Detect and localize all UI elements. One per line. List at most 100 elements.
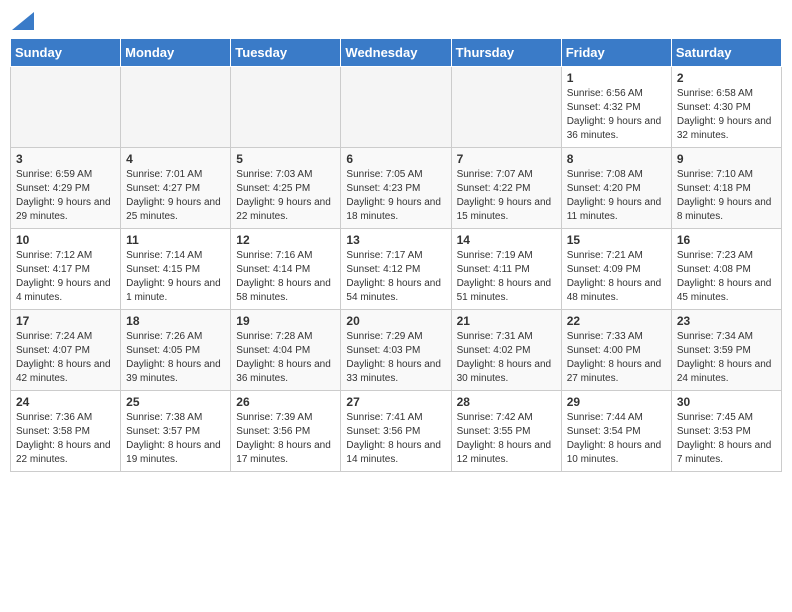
day-number: 26 bbox=[236, 395, 335, 409]
day-info: Sunrise: 7:21 AM Sunset: 4:09 PM Dayligh… bbox=[567, 249, 666, 305]
day-info: Sunrise: 7:39 AM Sunset: 3:56 PM Dayligh… bbox=[236, 411, 335, 467]
day-info: Sunrise: 7:33 AM Sunset: 4:00 PM Dayligh… bbox=[567, 330, 666, 386]
calendar-header-wednesday: Wednesday bbox=[341, 39, 451, 67]
day-info: Sunrise: 7:26 AM Sunset: 4:05 PM Dayligh… bbox=[126, 330, 225, 386]
calendar-cell: 2 Sunrise: 6:58 AM Sunset: 4:30 PM Daylig… bbox=[671, 67, 781, 148]
calendar-cell: 14 Sunrise: 7:19 AM Sunset: 4:11 PM Dayli… bbox=[451, 229, 561, 310]
day-info: Sunrise: 7:42 AM Sunset: 3:55 PM Dayligh… bbox=[457, 411, 556, 467]
day-number: 7 bbox=[457, 152, 556, 166]
day-number: 8 bbox=[567, 152, 666, 166]
day-number: 16 bbox=[677, 233, 776, 247]
day-number: 3 bbox=[16, 152, 115, 166]
day-info: Sunrise: 7:24 AM Sunset: 4:07 PM Dayligh… bbox=[16, 330, 115, 386]
page-header bbox=[10, 10, 782, 30]
day-number: 11 bbox=[126, 233, 225, 247]
day-number: 20 bbox=[346, 314, 445, 328]
day-info: Sunrise: 7:23 AM Sunset: 4:08 PM Dayligh… bbox=[677, 249, 776, 305]
calendar-cell: 1 Sunrise: 6:56 AM Sunset: 4:32 PM Daylig… bbox=[561, 67, 671, 148]
calendar-cell: 26 Sunrise: 7:39 AM Sunset: 3:56 PM Dayli… bbox=[231, 391, 341, 472]
day-info: Sunrise: 7:16 AM Sunset: 4:14 PM Dayligh… bbox=[236, 249, 335, 305]
calendar-cell: 9 Sunrise: 7:10 AM Sunset: 4:18 PM Daylig… bbox=[671, 148, 781, 229]
day-info: Sunrise: 7:28 AM Sunset: 4:04 PM Dayligh… bbox=[236, 330, 335, 386]
day-number: 28 bbox=[457, 395, 556, 409]
day-number: 12 bbox=[236, 233, 335, 247]
day-number: 22 bbox=[567, 314, 666, 328]
day-number: 29 bbox=[567, 395, 666, 409]
day-info: Sunrise: 7:41 AM Sunset: 3:56 PM Dayligh… bbox=[346, 411, 445, 467]
calendar-cell: 17 Sunrise: 7:24 AM Sunset: 4:07 PM Dayli… bbox=[11, 310, 121, 391]
day-number: 4 bbox=[126, 152, 225, 166]
calendar-cell: 27Sunrise: 7:41 AM Sunset: 3:56 PM Dayli… bbox=[341, 391, 451, 472]
day-number: 5 bbox=[236, 152, 335, 166]
week-row-2: 3 Sunrise: 6:59 AM Sunset: 4:29 PM Daylig… bbox=[11, 148, 782, 229]
week-row-4: 17 Sunrise: 7:24 AM Sunset: 4:07 PM Dayli… bbox=[11, 310, 782, 391]
day-info: Sunrise: 7:17 AM Sunset: 4:12 PM Dayligh… bbox=[346, 249, 445, 305]
calendar-cell: 23 Sunrise: 7:34 AM Sunset: 3:59 PM Dayli… bbox=[671, 310, 781, 391]
calendar-cell: 25 Sunrise: 7:38 AM Sunset: 3:57 PM Dayli… bbox=[121, 391, 231, 472]
week-row-3: 10 Sunrise: 7:12 AM Sunset: 4:17 PM Dayli… bbox=[11, 229, 782, 310]
calendar-cell: 10 Sunrise: 7:12 AM Sunset: 4:17 PM Dayli… bbox=[11, 229, 121, 310]
day-number: 24 bbox=[16, 395, 115, 409]
calendar-cell: 4Sunrise: 7:01 AM Sunset: 4:27 PM Daylig… bbox=[121, 148, 231, 229]
calendar-cell: 22 Sunrise: 7:33 AM Sunset: 4:00 PM Dayli… bbox=[561, 310, 671, 391]
calendar-cell: 11 Sunrise: 7:14 AM Sunset: 4:15 PM Dayli… bbox=[121, 229, 231, 310]
day-number: 17 bbox=[16, 314, 115, 328]
calendar-header-thursday: Thursday bbox=[451, 39, 561, 67]
day-number: 9 bbox=[677, 152, 776, 166]
calendar-header-tuesday: Tuesday bbox=[231, 39, 341, 67]
calendar-cell: 30 Sunrise: 7:45 AM Sunset: 3:53 PM Dayli… bbox=[671, 391, 781, 472]
day-info: Sunrise: 7:36 AM Sunset: 3:58 PM Dayligh… bbox=[16, 411, 115, 467]
calendar-cell: 13 Sunrise: 7:17 AM Sunset: 4:12 PM Dayli… bbox=[341, 229, 451, 310]
calendar-cell: 15 Sunrise: 7:21 AM Sunset: 4:09 PM Dayli… bbox=[561, 229, 671, 310]
week-row-5: 24 Sunrise: 7:36 AM Sunset: 3:58 PM Dayli… bbox=[11, 391, 782, 472]
day-info: Sunrise: 6:59 AM Sunset: 4:29 PM Dayligh… bbox=[16, 168, 115, 224]
day-number: 25 bbox=[126, 395, 225, 409]
calendar-cell bbox=[451, 67, 561, 148]
calendar-cell: 29Sunrise: 7:44 AM Sunset: 3:54 PM Dayli… bbox=[561, 391, 671, 472]
day-info: Sunrise: 7:45 AM Sunset: 3:53 PM Dayligh… bbox=[677, 411, 776, 467]
calendar-cell: 6Sunrise: 7:05 AM Sunset: 4:23 PM Daylig… bbox=[341, 148, 451, 229]
logo bbox=[10, 10, 34, 30]
calendar-cell: 12 Sunrise: 7:16 AM Sunset: 4:14 PM Dayli… bbox=[231, 229, 341, 310]
calendar-table: SundayMondayTuesdayWednesdayThursdayFrid… bbox=[10, 38, 782, 472]
day-info: Sunrise: 7:34 AM Sunset: 3:59 PM Dayligh… bbox=[677, 330, 776, 386]
logo-icon bbox=[12, 12, 34, 30]
day-number: 19 bbox=[236, 314, 335, 328]
day-info: Sunrise: 7:08 AM Sunset: 4:20 PM Dayligh… bbox=[567, 168, 666, 224]
day-number: 2 bbox=[677, 71, 776, 85]
calendar-cell: 3 Sunrise: 6:59 AM Sunset: 4:29 PM Daylig… bbox=[11, 148, 121, 229]
day-info: Sunrise: 7:14 AM Sunset: 4:15 PM Dayligh… bbox=[126, 249, 225, 305]
day-info: Sunrise: 7:07 AM Sunset: 4:22 PM Dayligh… bbox=[457, 168, 556, 224]
day-info: Sunrise: 7:31 AM Sunset: 4:02 PM Dayligh… bbox=[457, 330, 556, 386]
day-info: Sunrise: 7:29 AM Sunset: 4:03 PM Dayligh… bbox=[346, 330, 445, 386]
day-info: Sunrise: 7:12 AM Sunset: 4:17 PM Dayligh… bbox=[16, 249, 115, 305]
day-number: 1 bbox=[567, 71, 666, 85]
day-number: 14 bbox=[457, 233, 556, 247]
calendar-cell: 7 Sunrise: 7:07 AM Sunset: 4:22 PM Daylig… bbox=[451, 148, 561, 229]
calendar-header-saturday: Saturday bbox=[671, 39, 781, 67]
calendar-header-monday: Monday bbox=[121, 39, 231, 67]
calendar-cell: 18 Sunrise: 7:26 AM Sunset: 4:05 PM Dayli… bbox=[121, 310, 231, 391]
day-number: 23 bbox=[677, 314, 776, 328]
day-number: 10 bbox=[16, 233, 115, 247]
day-number: 13 bbox=[346, 233, 445, 247]
calendar-cell: 19 Sunrise: 7:28 AM Sunset: 4:04 PM Dayli… bbox=[231, 310, 341, 391]
day-number: 30 bbox=[677, 395, 776, 409]
calendar-cell: 5Sunrise: 7:03 AM Sunset: 4:25 PM Daylig… bbox=[231, 148, 341, 229]
day-info: Sunrise: 7:10 AM Sunset: 4:18 PM Dayligh… bbox=[677, 168, 776, 224]
day-number: 15 bbox=[567, 233, 666, 247]
day-number: 18 bbox=[126, 314, 225, 328]
calendar-cell bbox=[341, 67, 451, 148]
day-info: Sunrise: 7:38 AM Sunset: 3:57 PM Dayligh… bbox=[126, 411, 225, 467]
day-number: 21 bbox=[457, 314, 556, 328]
calendar-cell: 21 Sunrise: 7:31 AM Sunset: 4:02 PM Dayli… bbox=[451, 310, 561, 391]
calendar-header-sunday: Sunday bbox=[11, 39, 121, 67]
week-row-1: 1 Sunrise: 6:56 AM Sunset: 4:32 PM Daylig… bbox=[11, 67, 782, 148]
calendar-cell: 24 Sunrise: 7:36 AM Sunset: 3:58 PM Dayli… bbox=[11, 391, 121, 472]
day-info: Sunrise: 6:56 AM Sunset: 4:32 PM Dayligh… bbox=[567, 87, 666, 143]
calendar-cell bbox=[231, 67, 341, 148]
calendar-cell bbox=[11, 67, 121, 148]
day-info: Sunrise: 6:58 AM Sunset: 4:30 PM Dayligh… bbox=[677, 87, 776, 143]
day-number: 6 bbox=[346, 152, 445, 166]
day-info: Sunrise: 7:19 AM Sunset: 4:11 PM Dayligh… bbox=[457, 249, 556, 305]
